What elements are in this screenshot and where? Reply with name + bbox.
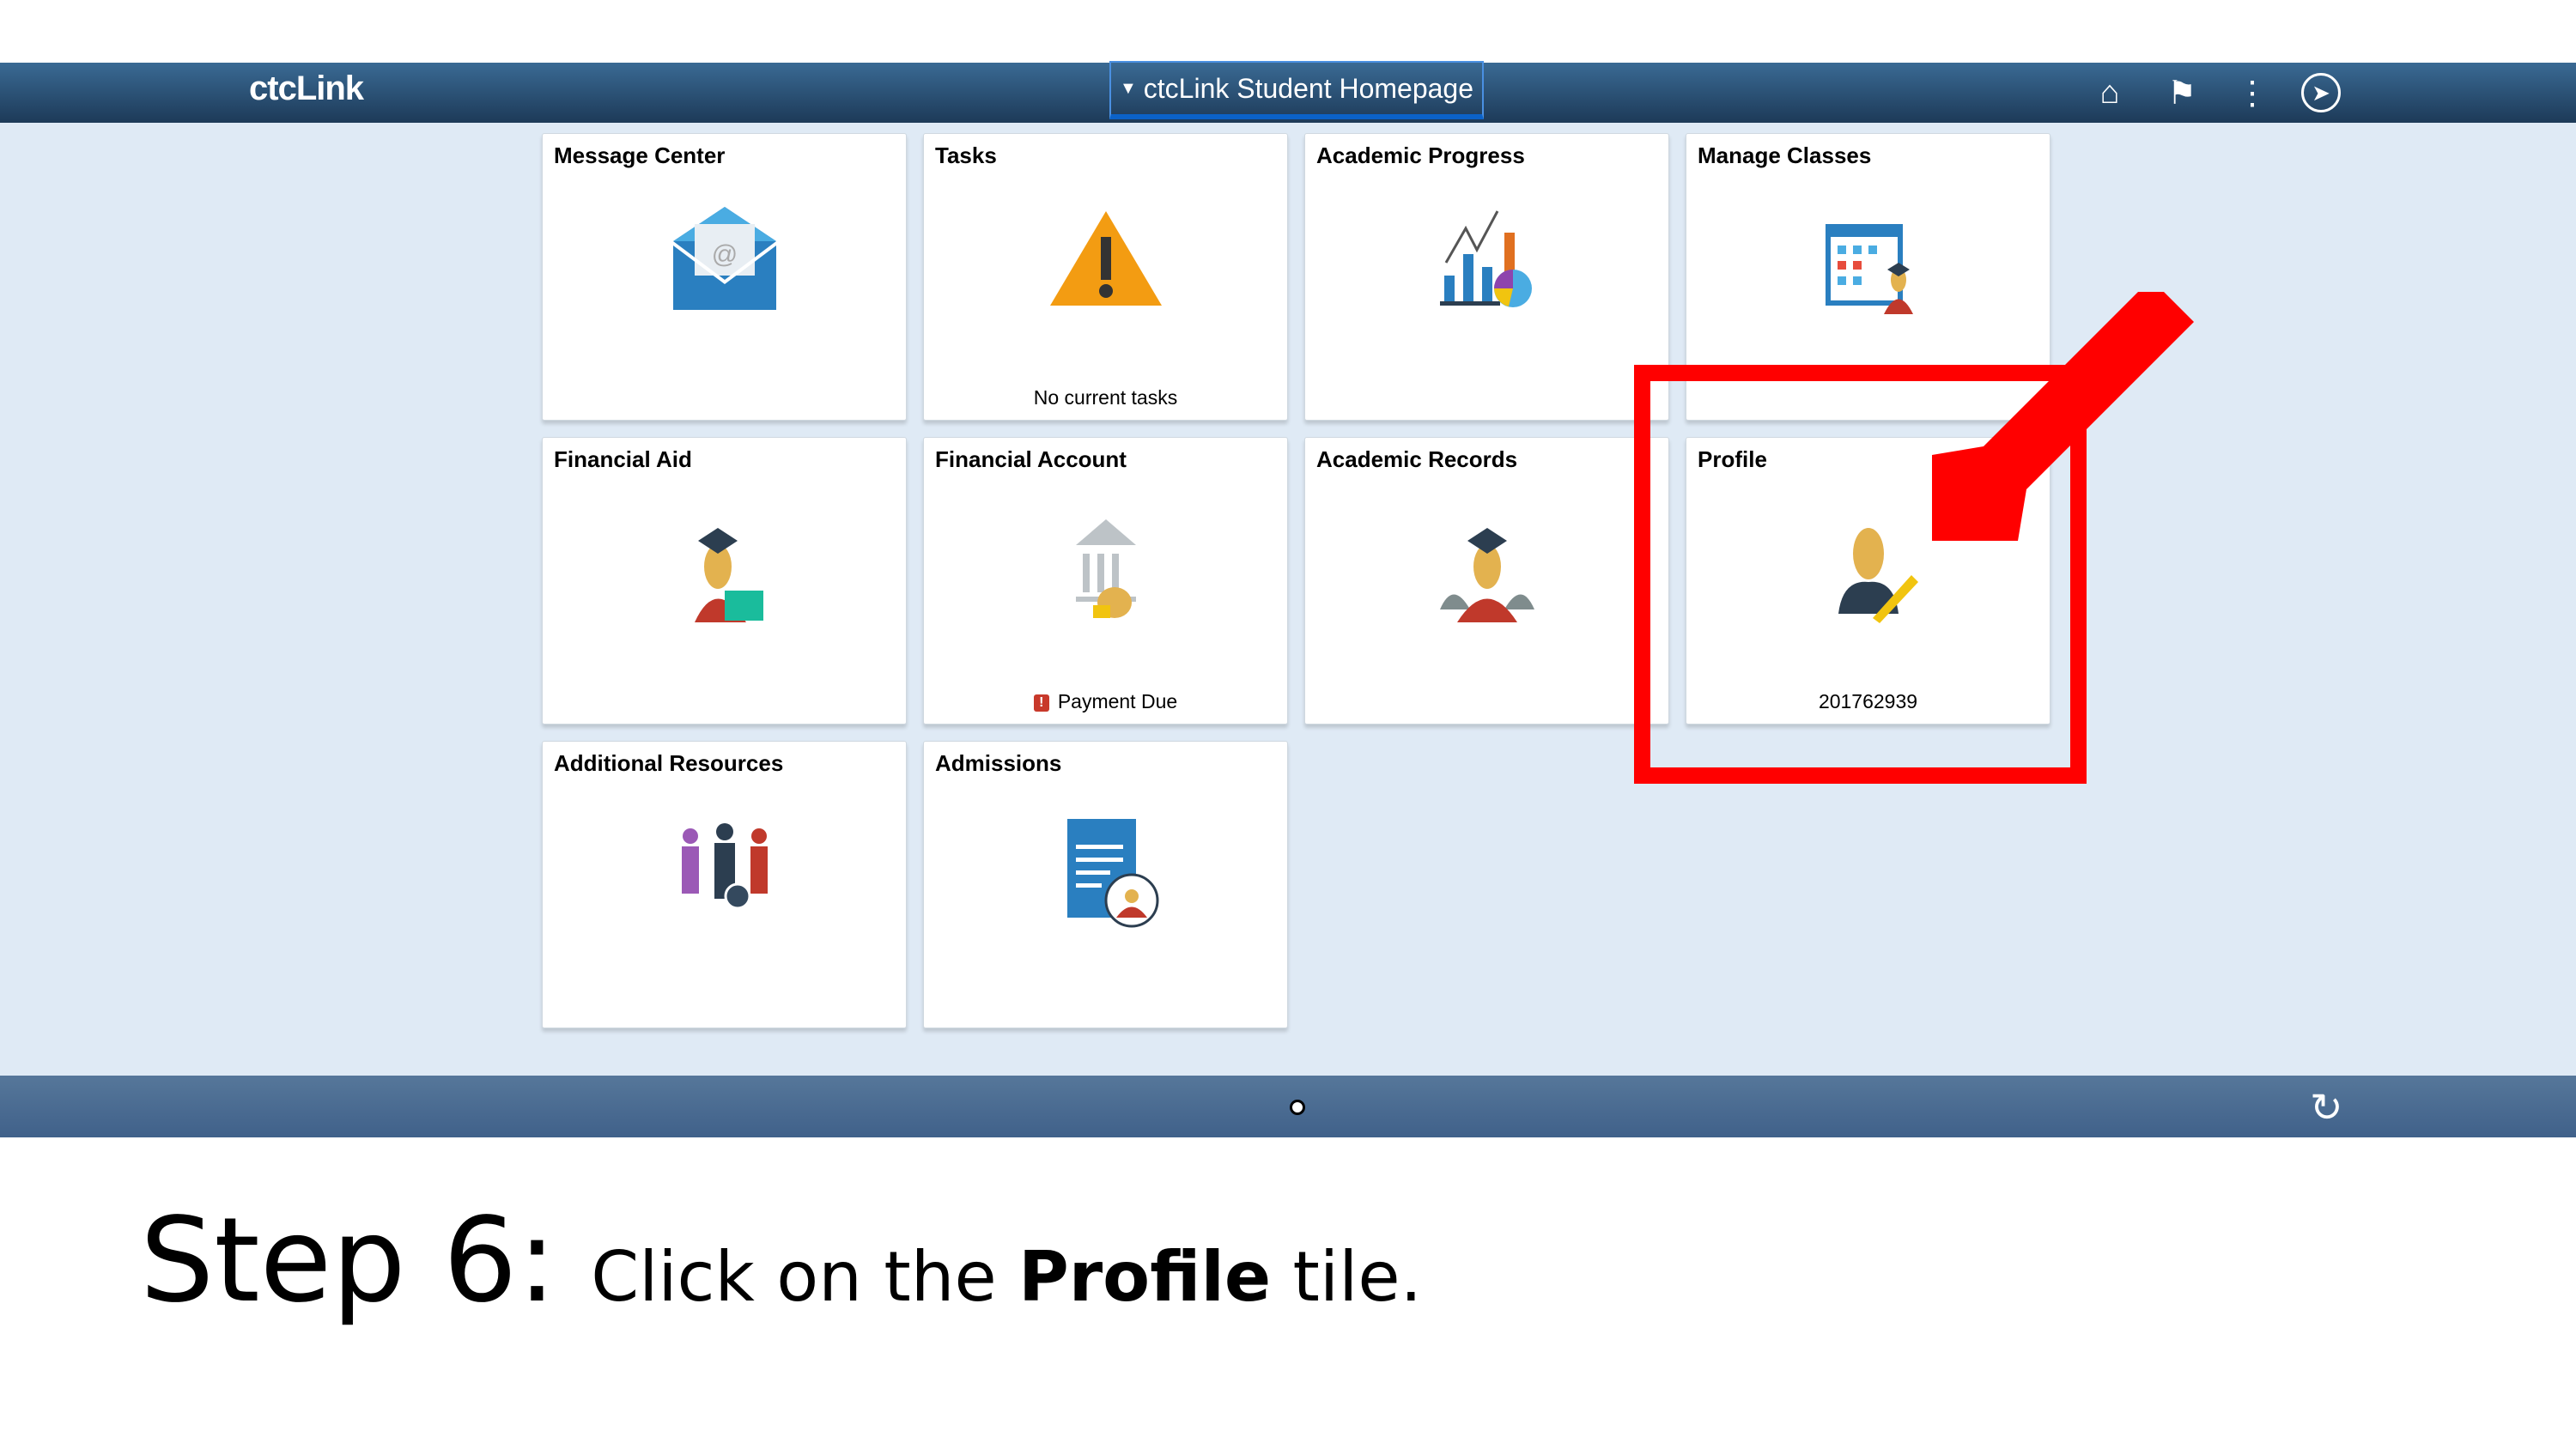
- tile-academic-records[interactable]: Academic Records: [1304, 437, 1669, 724]
- instruction-pre: Click on the: [591, 1237, 1019, 1317]
- tile-title: Admissions: [935, 750, 1062, 776]
- tile-financial-aid[interactable]: Financial Aid: [542, 437, 907, 724]
- tile-title: Additional Resources: [554, 750, 784, 776]
- tile-admissions[interactable]: Admissions: [923, 741, 1288, 1028]
- tile-title: Financial Account: [935, 446, 1127, 472]
- alert-badge: !: [1033, 694, 1049, 712]
- envelope-icon: @: [673, 207, 776, 310]
- tile-title: Message Center: [554, 142, 726, 168]
- bank-icon: [1076, 519, 1136, 618]
- tile-financial-account[interactable]: Financial Account ! Payment Due: [923, 437, 1288, 724]
- red-arrow-icon: [1932, 292, 2194, 541]
- payment-due-status: ! Payment Due: [924, 690, 1287, 713]
- tile-title: Academic Records: [1316, 446, 1518, 472]
- flag-icon[interactable]: ⚑: [2162, 73, 2202, 112]
- compass-icon[interactable]: ➤: [2301, 73, 2341, 112]
- tasks-status: No current tasks: [1033, 386, 1178, 409]
- payment-due-text: Payment Due: [1057, 690, 1178, 712]
- calendar-student-icon: [1826, 224, 1913, 314]
- tile-message-center[interactable]: Message Center @: [542, 133, 907, 421]
- instruction-bold: Profile: [1018, 1237, 1272, 1317]
- ctclink-logo[interactable]: ctcLink: [249, 70, 364, 108]
- refresh-icon[interactable]: ↻: [2310, 1084, 2343, 1131]
- home-icon[interactable]: ⌂: [2090, 73, 2129, 112]
- warning-icon: [1050, 211, 1162, 306]
- top-banner: ctcLink ▼ ctcLink Student Homepage ⌂ ⚑ ⋮…: [0, 61, 2576, 123]
- chart-icon: [1440, 210, 1532, 307]
- graduate-money-icon: [695, 528, 763, 622]
- homepage-selector[interactable]: ▼ ctcLink Student Homepage: [1109, 61, 1484, 119]
- instruction-caption: Step 6: Click on the Profile tile.: [140, 1193, 1422, 1329]
- tile-tasks[interactable]: Tasks No current tasks: [923, 133, 1288, 421]
- tile-title: Academic Progress: [1316, 142, 1525, 168]
- tile-additional-resources[interactable]: Additional Resources: [542, 741, 907, 1028]
- tile-title: Financial Aid: [554, 446, 692, 472]
- people-gear-icon: [682, 823, 768, 910]
- graduates-icon: [1440, 528, 1534, 622]
- more-vertical-icon[interactable]: ⋮: [2233, 73, 2272, 112]
- tile-academic-progress[interactable]: Academic Progress: [1304, 133, 1669, 421]
- caret-down-icon: ▼: [1119, 78, 1137, 98]
- tile-title: Manage Classes: [1698, 142, 1872, 168]
- page-indicator-dot[interactable]: [1290, 1100, 1305, 1115]
- tile-grid: Message Center @ Tasks No current tasks …: [0, 123, 2576, 1076]
- step-number: Step 6:: [140, 1193, 557, 1329]
- instruction-text: Click on the Profile tile.: [591, 1237, 1422, 1317]
- tile-title: Tasks: [935, 142, 997, 168]
- homepage-title: ctcLink Student Homepage: [1143, 72, 1474, 104]
- document-student-icon: [1067, 819, 1159, 928]
- instruction-post: tile.: [1271, 1237, 1423, 1317]
- bottom-bar: ↻: [0, 1076, 2576, 1137]
- svg-text:@: @: [712, 240, 738, 269]
